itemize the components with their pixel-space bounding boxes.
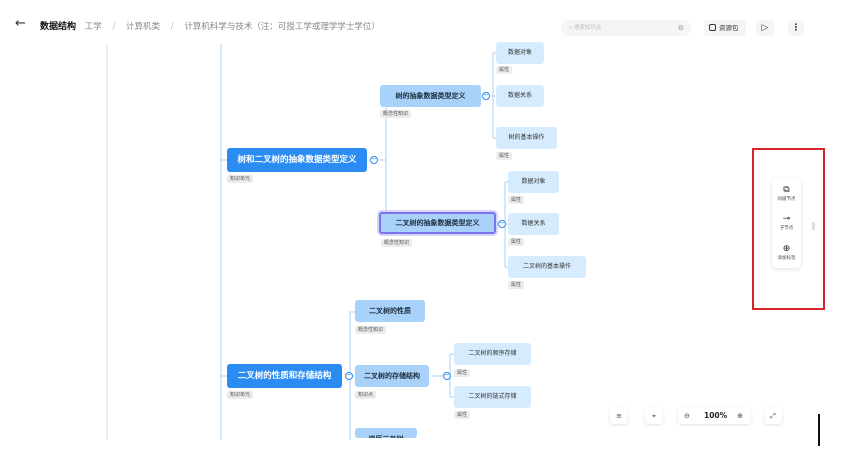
expand-icon: ⤢ <box>770 412 776 420</box>
node-tag: 属性 <box>508 281 525 289</box>
collapse-icon[interactable]: − <box>482 92 490 100</box>
zoom-level: 100% <box>704 411 728 420</box>
breadcrumb-item-1[interactable]: 工学 <box>85 22 102 32</box>
breadcrumb: 数据结构 工学 / 计算机类 / 计算机科学与技术（注：可授工学或理学学士学位） <box>40 19 380 32</box>
node-btree-basic-ops[interactable]: 二叉树的基本操作 <box>508 256 586 278</box>
outline-button[interactable]: ≡ <box>610 408 628 424</box>
top-bar: ← 数据结构 工学 / 计算机类 / 计算机科学与技术（注：可授工学或理学学士学… <box>0 0 842 44</box>
collapse-icon[interactable]: − <box>498 220 506 228</box>
node-tag: 知识单元 <box>227 175 254 183</box>
node-tag: 属性 <box>508 238 525 246</box>
collapse-icon[interactable]: − <box>443 372 451 380</box>
node-tag: 属性 <box>454 411 471 419</box>
node-tag: 知识单元 <box>227 391 254 399</box>
node-btree-properties[interactable]: 二叉树的性质 <box>355 300 425 322</box>
breadcrumb-item-3[interactable]: 计算机科学与技术（注：可授工学或理学学士学位） <box>184 22 380 32</box>
node-data-object[interactable]: 数据对象 <box>508 171 559 193</box>
fullscreen-button[interactable]: ⤢ <box>764 408 782 424</box>
node-data-relation[interactable]: 数据关系 <box>496 85 544 107</box>
resource-icon <box>709 24 716 31</box>
breadcrumb-separator: / <box>112 22 116 32</box>
node-tag: 属性 <box>496 66 513 74</box>
node-btree-storage[interactable]: 二叉树的存储结构 <box>355 365 429 387</box>
node-data-object[interactable]: 数据对象 <box>496 42 544 64</box>
breadcrumb-separator: / <box>170 22 174 32</box>
zoom-control: ⊖ 100% ⊕ <box>678 408 751 424</box>
breadcrumb-item-2[interactable]: 计算机类 <box>126 22 160 32</box>
node-linked-storage[interactable]: 二叉树的链式存储 <box>454 386 531 408</box>
node-partial[interactable]: 遍历二叉树 <box>355 428 417 438</box>
node-tag: 概念性知识 <box>381 239 413 247</box>
more-menu-button[interactable]: ⋮ <box>788 20 804 36</box>
zoom-out-icon[interactable]: ⊖ <box>684 408 690 424</box>
node-tag: 知识点 <box>355 391 377 399</box>
canvas-bottom-edge <box>0 440 842 458</box>
search-input[interactable]: ⌕ 搜索知识点 ⚙ <box>561 20 691 36</box>
zoom-in-icon[interactable]: ⊕ <box>737 408 743 424</box>
present-button[interactable]: ▷ <box>756 20 774 36</box>
locate-icon: ⌖ <box>652 412 656 420</box>
text-cursor-icon <box>818 414 820 446</box>
search-placeholder: 搜索知识点 <box>573 25 602 31</box>
settings-icon[interactable]: ⚙ <box>678 20 684 36</box>
back-arrow-icon[interactable]: ← <box>15 17 26 31</box>
node-tag: 概念性知识 <box>380 110 412 118</box>
node-seq-storage[interactable]: 二叉树的顺序存储 <box>454 343 531 365</box>
locate-button[interactable]: ⌖ <box>645 408 663 424</box>
node-tag: 概念性知识 <box>355 326 387 334</box>
panel-drag-handle[interactable] <box>812 222 815 230</box>
node-tag: 属性 <box>496 152 513 160</box>
play-icon: ▷ <box>761 23 769 33</box>
node-tree-adt[interactable]: 树的抽象数据类型定义 <box>380 85 481 107</box>
course-title: 数据结构 <box>40 22 77 32</box>
collapse-icon[interactable]: − <box>370 156 378 164</box>
node-btree-adt-selected[interactable]: 二叉树的抽象数据类型定义 <box>379 212 496 234</box>
node-unit-btree-storage[interactable]: 二叉树的性质和存储结构 <box>227 364 342 388</box>
collapse-icon[interactable]: − <box>345 372 353 380</box>
node-data-relation[interactable]: 数据关系 <box>508 213 559 235</box>
node-tag: 属性 <box>508 196 525 204</box>
resource-label: 资源包 <box>719 24 739 32</box>
outline-icon: ≡ <box>616 412 622 420</box>
node-unit-tree-adt[interactable]: 树和二叉树的抽象数据类型定义 <box>227 148 367 172</box>
node-tree-basic-ops[interactable]: 树的基本操作 <box>496 127 557 149</box>
more-vertical-icon: ⋮ <box>791 23 801 33</box>
resource-pack-button[interactable]: 资源包 <box>704 20 746 36</box>
node-tag: 属性 <box>454 369 471 377</box>
